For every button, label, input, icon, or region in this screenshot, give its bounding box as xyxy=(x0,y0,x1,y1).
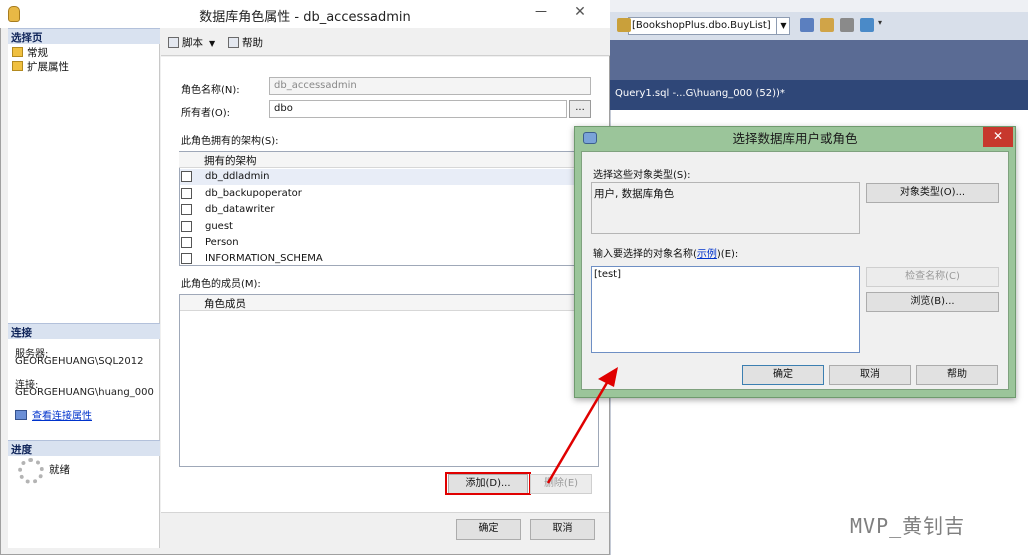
arrow-head xyxy=(598,367,618,387)
page-icon xyxy=(12,47,23,57)
close-button[interactable]: ✕ xyxy=(556,2,604,24)
schema-checkbox[interactable] xyxy=(181,204,192,215)
database-object-combo[interactable]: [BookshopPlus.dbo.BuyList] xyxy=(628,17,790,35)
schema-checkbox[interactable] xyxy=(181,221,192,232)
schema-name: guest xyxy=(205,221,233,232)
schema-name: db_backupoperator xyxy=(205,188,302,199)
schema-checkbox[interactable] xyxy=(181,253,192,264)
schema-row[interactable]: INFORMATION_SCHEMA xyxy=(180,251,598,265)
enter-object-names-prefix: 输入要选择的对象名称( xyxy=(593,249,697,260)
minimize-button[interactable]: — xyxy=(530,4,552,24)
schema-row[interactable]: db_backupoperator xyxy=(180,186,598,202)
query-tab[interactable]: Query1.sql -...G\huang_000 (52))* xyxy=(615,88,815,106)
help-label: 帮助 xyxy=(242,37,263,49)
toolbar-overflow-icon[interactable]: ▾ xyxy=(878,18,892,32)
chevron-down-icon[interactable]: ▼ xyxy=(209,39,215,48)
select-dialog-title: 选择数据库用户或角色 xyxy=(732,131,858,146)
view-connection-properties-label: 查看连接属性 xyxy=(32,411,92,422)
toolbar-window-icon[interactable] xyxy=(860,18,874,32)
schema-name: INFORMATION_SCHEMA xyxy=(205,253,323,264)
ssms-panel-strip xyxy=(610,40,1028,80)
server-value: GEORGEHUANG\SQL2012 xyxy=(15,356,144,367)
schema-name: db_ddladmin xyxy=(205,171,270,182)
select-ok-button[interactable]: 确定 xyxy=(742,365,824,385)
schema-row[interactable]: db_ddladmin xyxy=(180,169,598,185)
connection-header: 连接 xyxy=(8,323,160,339)
owner-field[interactable]: dbo xyxy=(269,100,567,118)
object-types-field: 用户, 数据库角色 xyxy=(591,182,860,234)
watermark: MVP_黄钊吉 xyxy=(850,514,966,538)
schema-row[interactable]: db_datawriter xyxy=(180,202,598,218)
arrow-shaft xyxy=(546,380,610,484)
select-dialog-close-button[interactable]: ✕ xyxy=(983,127,1013,147)
page-item-general[interactable]: 常规 xyxy=(12,45,48,59)
examples-link[interactable]: 示例 xyxy=(697,249,717,260)
role-members-label: 此角色的成员(M): xyxy=(181,279,261,290)
toolbar-properties-icon[interactable] xyxy=(820,18,834,32)
schema-row[interactable]: guest xyxy=(180,219,598,235)
toolbar-folder-icon[interactable] xyxy=(617,18,631,32)
progress-spinner-icon xyxy=(18,458,44,484)
schema-row[interactable]: Person xyxy=(180,235,598,251)
role-name-label: 角色名称(N): xyxy=(181,85,240,96)
enter-object-names-label: 输入要选择的对象名称(示例)(E): xyxy=(593,245,738,260)
page-icon xyxy=(12,61,23,71)
script-label: 脚本 xyxy=(182,37,203,49)
schema-name: db_datawriter xyxy=(205,204,275,215)
chevron-down-icon[interactable]: ▼ xyxy=(776,17,790,35)
browse-button[interactable]: 浏览(B)... xyxy=(866,292,999,312)
annotation-arrow xyxy=(546,367,618,484)
owner-label: 所有者(O): xyxy=(181,108,231,119)
select-cancel-button[interactable]: 取消 xyxy=(829,365,911,385)
role-members-column-header: 角色成员 xyxy=(204,298,246,310)
object-types-label: 选择这些对象类型(S): xyxy=(593,170,691,181)
owned-schemas-column-header: 拥有的架构 xyxy=(204,155,257,167)
progress-header: 进度 xyxy=(8,440,160,456)
owned-schemas-label: 此角色拥有的架构(S): xyxy=(181,136,279,147)
connection-value: GEORGEHUANG\huang_000 xyxy=(15,387,154,398)
script-icon xyxy=(168,37,179,48)
role-members-grid[interactable] xyxy=(179,294,599,467)
ok-button[interactable]: 确定 xyxy=(456,519,521,540)
view-connection-properties-link[interactable]: 查看连接属性 xyxy=(15,407,92,422)
toolbar-tools-icon[interactable] xyxy=(840,18,854,32)
page-item-extended-properties[interactable]: 扩展属性 xyxy=(12,59,69,73)
page-item-label: 扩展属性 xyxy=(27,61,69,73)
enter-object-names-suffix: )(E): xyxy=(716,249,739,260)
owner-browse-button[interactable]: ... xyxy=(569,100,591,118)
highlight-box xyxy=(445,472,531,495)
properties-icon xyxy=(15,410,27,420)
cancel-button[interactable]: 取消 xyxy=(530,519,595,540)
page-item-label: 常规 xyxy=(27,47,48,59)
object-names-input[interactable]: [test] xyxy=(591,266,860,353)
select-help-button[interactable]: 帮助 xyxy=(916,365,998,385)
schema-name: Person xyxy=(205,237,239,248)
schema-checkbox[interactable] xyxy=(181,237,192,248)
toolbar-object-icon[interactable] xyxy=(800,18,814,32)
dialog-title: 数据库角色属性 - db_accessadmin xyxy=(199,10,411,25)
schema-checkbox[interactable] xyxy=(181,171,192,182)
progress-status: 就绪 xyxy=(49,464,70,476)
role-name-field[interactable]: db_accessadmin xyxy=(269,77,591,95)
help-icon xyxy=(228,37,239,48)
schema-checkbox[interactable] xyxy=(181,188,192,199)
script-button[interactable]: 脚本 ▼ xyxy=(168,35,215,50)
select-page-header: 选择页 xyxy=(8,28,160,44)
help-button[interactable]: 帮助 xyxy=(228,35,263,50)
check-names-button[interactable]: 检查名称(C) xyxy=(866,267,999,287)
object-types-button[interactable]: 对象类型(O)... xyxy=(866,183,999,203)
